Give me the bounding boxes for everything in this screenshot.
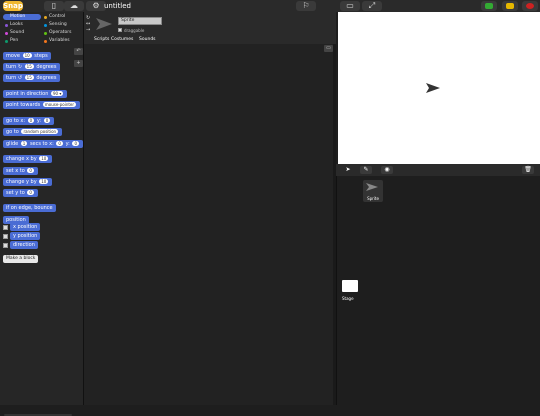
top-bar: Snap ▯ ☁ ⚙ untitled ⚐ ▭ ⤢ — [0, 0, 540, 12]
undo-icon[interactable]: ↶ — [74, 48, 83, 55]
tab-scripts[interactable]: Scripts — [94, 37, 109, 43]
block-point-direction[interactable]: point in direction 90 ▾ — [3, 90, 68, 98]
block-move[interactable]: move 10 steps — [3, 52, 51, 60]
sprite-thumb-icon — [366, 183, 378, 191]
tab-sounds[interactable]: Sounds — [139, 37, 156, 43]
reporter-y-position[interactable]: y position — [10, 232, 41, 240]
block-change-y[interactable]: change y by 10 — [3, 178, 53, 186]
turtle-icon[interactable]: ⚐ — [296, 1, 316, 11]
sprite-header: ↻ ↔ → Sprite draggable Scripts Costumes So… — [84, 12, 336, 44]
block-change-x[interactable]: change x by 10 — [3, 155, 53, 163]
category-operators[interactable]: Operators — [42, 30, 80, 36]
stage[interactable] — [338, 12, 540, 164]
flag-icon — [485, 3, 493, 9]
block-goto[interactable]: go to random position — [3, 128, 63, 136]
variables-dot-icon — [44, 39, 47, 43]
direction-checkbox[interactable] — [3, 243, 8, 248]
keyboard-icon[interactable]: ▭ — [324, 45, 333, 52]
block-turn-cw[interactable]: turn ↻ 15 degrees — [3, 63, 60, 71]
block-set-x[interactable]: set x to 0 — [3, 167, 38, 175]
arrow-icon[interactable]: ➤ — [342, 166, 354, 174]
sprite-on-stage[interactable] — [426, 83, 440, 93]
project-title: untitled — [104, 2, 132, 10]
rotate-ccw-icon: ↺ — [17, 75, 23, 81]
category-control[interactable]: Control — [42, 14, 80, 20]
pause-button[interactable] — [502, 1, 518, 11]
x-position-checkbox[interactable] — [3, 225, 8, 230]
sprite-thumbnail[interactable]: Sprite — [363, 180, 383, 202]
category-sound[interactable]: Sound — [3, 30, 41, 36]
motion-dot-icon — [5, 15, 8, 19]
stage-size-icon[interactable]: ▭ — [340, 1, 360, 11]
stop-icon — [526, 3, 534, 9]
sound-dot-icon — [5, 31, 8, 35]
block-bounce[interactable]: if on edge, bounce — [3, 204, 56, 212]
rotate-cw-icon: ↻ — [17, 64, 23, 70]
stage-label: Stage — [342, 296, 354, 301]
gear-icon[interactable]: ⚙ — [86, 1, 106, 11]
reporter-x-position[interactable]: x position — [10, 223, 41, 231]
add-comment-icon[interactable]: + — [74, 60, 83, 67]
category-looks[interactable]: Looks — [3, 22, 41, 28]
block-palette: Motion Control Looks Sensing Sound Opera… — [0, 12, 84, 416]
pause-icon — [506, 3, 514, 9]
scripting-area[interactable]: ↻ ↔ → Sprite draggable Scripts Costumes So… — [74, 12, 336, 405]
category-motion[interactable]: Motion — [3, 14, 41, 20]
green-flag-button[interactable] — [481, 1, 497, 11]
sprite-name-input[interactable]: Sprite — [118, 17, 162, 25]
sprite-arrow-icon — [96, 18, 112, 30]
control-dot-icon — [44, 15, 47, 19]
pen-dot-icon — [5, 39, 8, 43]
block-goto-xy[interactable]: go to x: 0 y: 0 — [3, 117, 55, 125]
camera-icon[interactable]: ◉ — [381, 166, 393, 174]
sprite-corral — [336, 176, 540, 405]
tab-costumes[interactable]: Costumes — [111, 37, 133, 43]
block-turn-ccw[interactable]: turn ↺ 15 degrees — [3, 74, 60, 82]
cloud-icon[interactable]: ☁ — [64, 1, 84, 11]
category-pen[interactable]: Pen — [3, 38, 41, 44]
paintbrush-icon[interactable]: ✎ — [360, 166, 372, 174]
fullscreen-icon[interactable]: ⤢ — [362, 1, 382, 11]
reporter-direction[interactable]: direction — [10, 241, 38, 249]
stop-button[interactable] — [522, 1, 538, 11]
block-point-towards[interactable]: point towards mouse-pointer — [3, 101, 81, 109]
sensing-dot-icon — [44, 23, 47, 27]
draggable-label: draggable — [124, 28, 145, 33]
operators-dot-icon — [44, 31, 47, 35]
trash-icon[interactable]: 🗑 — [522, 166, 534, 174]
snap-logo[interactable]: Snap — [3, 1, 23, 11]
draggable-checkbox[interactable] — [118, 28, 122, 32]
stage-thumbnail[interactable] — [342, 280, 358, 292]
block-glide[interactable]: glide 1 secs to x: 0 y: 0 — [3, 140, 83, 148]
rotation-style-icons[interactable]: ↻ ↔ → — [86, 15, 90, 33]
category-sensing[interactable]: Sensing — [42, 22, 80, 28]
y-position-checkbox[interactable] — [3, 234, 8, 239]
file-icon[interactable]: ▯ — [44, 1, 64, 11]
looks-dot-icon — [5, 23, 8, 27]
sprite-bar: ➤ ✎ ◉ 🗑 — [336, 164, 540, 176]
block-set-y[interactable]: set y to 0 — [3, 189, 38, 197]
make-block-button[interactable]: Make a block — [3, 255, 39, 263]
category-variables[interactable]: Variables — [42, 38, 80, 44]
